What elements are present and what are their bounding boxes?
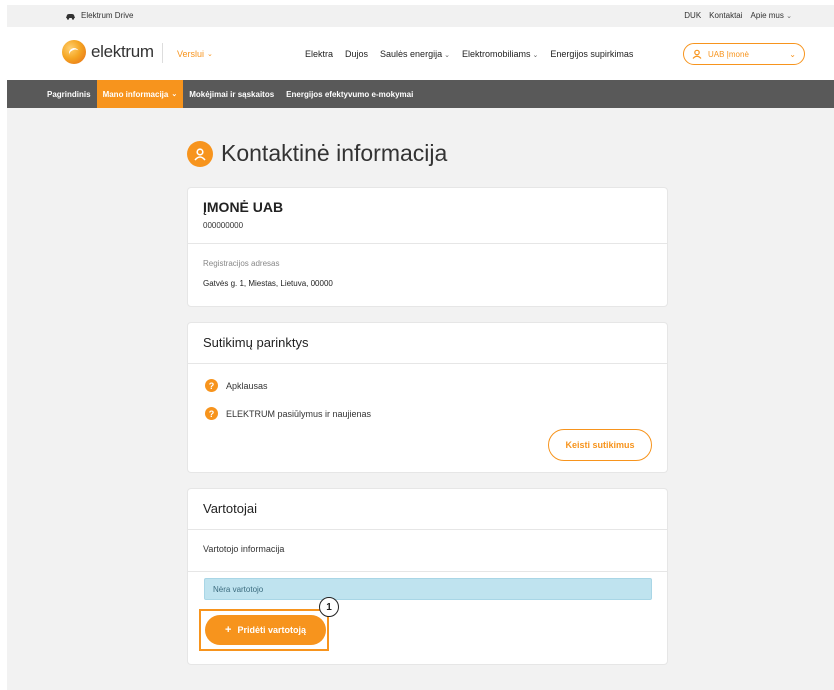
divider [188, 363, 667, 364]
users-card: Vartotojai Vartotojo informacija Nėra va… [187, 488, 668, 665]
nav-label: Dujos [345, 49, 369, 59]
address-value: Gatvės g. 1, Miestas, Lietuva, 00000 [203, 279, 333, 288]
consents-heading: Sutikimų parinktys [203, 335, 309, 350]
main-header: elektrum Verslui ⌄ Elektra Dujos Saulės … [7, 27, 834, 79]
no-users-alert: Nėra vartotojo [204, 578, 652, 600]
logo[interactable]: elektrum [62, 40, 154, 64]
consent-item: ? ELEKTRUM pasiūlymus ir naujienas [205, 407, 371, 420]
logo-text: elektrum [91, 42, 154, 61]
nav-item-energijos-supirkimas[interactable]: Energijos supirkimas [550, 49, 633, 59]
divider [188, 571, 667, 572]
nav-item-saules-energija[interactable]: Saulės energija ⌄ [380, 49, 450, 59]
about-link[interactable]: Apie mus ⌄ [751, 11, 792, 20]
contacts-link[interactable]: Kontaktai [709, 11, 742, 20]
company-code: 000000000 [203, 221, 244, 230]
subnav-label: Mano informacija [102, 89, 169, 99]
segment-label: Verslui [177, 49, 205, 59]
subnav-label: Pagrindinis [47, 89, 91, 99]
company-card: ĮMONĖ UAB 000000000 Registracijos adresa… [187, 187, 668, 307]
plus-icon: + [225, 624, 232, 636]
nav-item-dujos[interactable]: Dujos [345, 49, 368, 59]
consent-label: ELEKTRUM pasiūlymus ir naujienas [226, 408, 372, 419]
subnav-item-mokejimai[interactable]: Mokėjimai ir sąskaitos [183, 80, 280, 108]
nav-label: Energijos supirkimas [550, 49, 634, 59]
step-badge: 1 [319, 597, 339, 617]
account-label: UAB Įmonė [708, 49, 749, 59]
about-label: Apie mus [750, 11, 784, 20]
logo-icon [62, 40, 86, 64]
nav-label: Elektromobiliams [461, 49, 531, 59]
top-utility-bar: Elektrum Drive DUK Kontaktai Apie mus ⌄ [7, 5, 834, 27]
consents-card: Sutikimų parinktys ? Apklausas ? ELEKTRU… [187, 322, 668, 473]
chevron-down-icon: ⌄ [789, 49, 796, 59]
chevron-down-icon: ⌄ [171, 91, 178, 98]
header-divider [162, 43, 163, 63]
nav-label: Saulės energija [380, 49, 443, 59]
consent-item: ? Apklausas [205, 379, 268, 392]
main-nav: Elektra Dujos Saulės energija ⌄ Elektromo… [305, 49, 633, 59]
question-icon[interactable]: ? [205, 379, 218, 392]
users-heading: Vartotojai [203, 501, 257, 516]
car-icon [66, 13, 75, 20]
subnav-item-mano-informacija[interactable]: Mano informacija ⌄ [96, 80, 184, 108]
no-users-message: Nėra vartotojo [213, 584, 264, 594]
drive-link[interactable]: Elektrum Drive [65, 11, 133, 20]
nav-item-elektromobiliams[interactable]: Elektromobiliams ⌄ [462, 49, 538, 59]
change-consents-button[interactable]: Keisti sutikimus [548, 429, 652, 461]
subnav-item-e-mokymai[interactable]: Energijos efektyvumo e-mokymai [280, 80, 419, 108]
add-user-button[interactable]: + Pridėti vartotoją [205, 615, 326, 645]
sub-nav: Pagrindinis Mano informacija ⌄ Mokėjimai… [7, 80, 834, 108]
subnav-item-pagrindinis[interactable]: Pagrindinis [7, 80, 97, 108]
consent-label: Apklausas [226, 380, 268, 391]
user-icon [187, 140, 213, 167]
add-user-label: Pridėti vartotoją [237, 625, 306, 635]
segment-selector[interactable]: Verslui ⌄ [177, 49, 213, 59]
chevron-down-icon: ⌄ [786, 13, 792, 20]
subnav-label: Mokėjimai ir sąskaitos [189, 89, 275, 99]
question-icon[interactable]: ? [205, 407, 218, 420]
divider [188, 243, 667, 244]
nav-item-elektra[interactable]: Elektra [305, 49, 333, 59]
company-name: ĮMONĖ UAB [203, 199, 284, 215]
faq-link[interactable]: DUK [684, 11, 701, 20]
chevron-down-icon: ⌄ [444, 52, 450, 59]
page-title: Kontaktinė informacija [187, 140, 447, 167]
drive-label: Elektrum Drive [81, 11, 134, 20]
chevron-down-icon: ⌄ [532, 52, 539, 59]
divider [188, 529, 667, 530]
address-label: Registracijos adresas [203, 259, 280, 268]
nav-label: Elektra [305, 49, 334, 59]
user-icon [692, 49, 702, 59]
page-title-text: Kontaktinė informacija [221, 140, 448, 166]
chevron-down-icon: ⌄ [207, 51, 213, 58]
users-info-label: Vartotojo informacija [203, 544, 285, 554]
account-selector[interactable]: UAB Įmonė ⌄ [683, 43, 805, 65]
subnav-label: Energijos efektyvumo e-mokymai [286, 89, 414, 99]
